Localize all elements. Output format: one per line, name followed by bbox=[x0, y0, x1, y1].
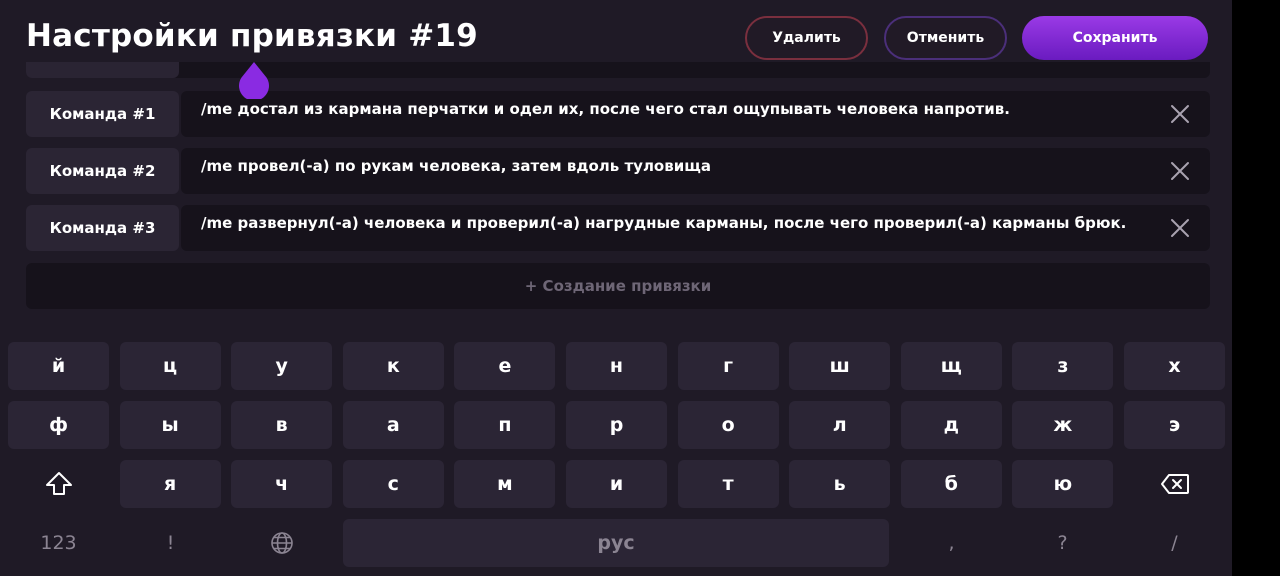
key-г[interactable]: г bbox=[677, 342, 779, 390]
command-text: /me развернул(-а) человека и проверил(-а… bbox=[201, 214, 1127, 232]
slash-key[interactable]: / bbox=[1124, 519, 1225, 567]
key-ы[interactable]: ы bbox=[119, 401, 221, 449]
command-row-1: Команда #1 /me достал из кармана перчатк… bbox=[26, 91, 1210, 137]
delete-button[interactable]: Удалить bbox=[745, 16, 868, 60]
command-text-field[interactable]: /me провел(-а) по рукам человека, затем … bbox=[181, 148, 1210, 194]
key-к[interactable]: к bbox=[342, 342, 444, 390]
key-ф[interactable]: ф bbox=[8, 401, 109, 449]
command-row-partial bbox=[26, 62, 1210, 78]
key-ю[interactable]: ю bbox=[1012, 460, 1114, 508]
on-screen-keyboard: йцукенгшщзх фывапролджэ ячсмитьбю 123 ! … bbox=[0, 330, 1232, 576]
right-edge-bar bbox=[1232, 0, 1280, 576]
comma-key[interactable]: , bbox=[901, 519, 1002, 567]
key-о[interactable]: о bbox=[677, 401, 779, 449]
command-text: /me провел(-а) по рукам человека, затем … bbox=[201, 157, 711, 175]
backspace-key[interactable] bbox=[1124, 460, 1225, 508]
key-д[interactable]: д bbox=[900, 401, 1002, 449]
numbers-key[interactable]: 123 bbox=[8, 519, 109, 567]
key-э[interactable]: э bbox=[1124, 401, 1225, 449]
key-б[interactable]: б bbox=[900, 460, 1002, 508]
key-а[interactable]: а bbox=[342, 401, 444, 449]
key-ц[interactable]: ц bbox=[119, 342, 221, 390]
key-н[interactable]: н bbox=[566, 342, 667, 390]
key-п[interactable]: п bbox=[454, 401, 556, 449]
key-р[interactable]: р bbox=[566, 401, 667, 449]
key-ш[interactable]: ш bbox=[789, 342, 891, 390]
close-icon[interactable] bbox=[1170, 218, 1190, 238]
text-cursor-drop-icon[interactable] bbox=[238, 61, 270, 99]
globe-icon bbox=[270, 532, 293, 554]
key-ж[interactable]: ж bbox=[1012, 401, 1114, 449]
backspace-icon bbox=[1160, 474, 1189, 494]
key-в[interactable]: в bbox=[231, 401, 333, 449]
command-row-3: Команда #3 /me развернул(-а) человека и … bbox=[26, 205, 1210, 251]
command-label-button[interactable]: Команда #1 bbox=[26, 91, 179, 137]
key-т[interactable]: т bbox=[677, 460, 779, 508]
space-key[interactable]: рус bbox=[343, 519, 889, 567]
command-text: /me достал из кармана перчатки и одел их… bbox=[201, 100, 1010, 118]
command-text-field[interactable]: /me достал из кармана перчатки и одел их… bbox=[181, 91, 1210, 137]
key-х[interactable]: х bbox=[1124, 342, 1225, 390]
app-screen: Настройки привязки #19 Удалить Отменить … bbox=[0, 0, 1232, 576]
close-icon[interactable] bbox=[1170, 104, 1190, 124]
key-з[interactable]: з bbox=[1012, 342, 1114, 390]
key-й[interactable]: й bbox=[8, 342, 109, 390]
key-у[interactable]: у bbox=[231, 342, 333, 390]
command-text-field[interactable]: /me развернул(-а) человека и проверил(-а… bbox=[181, 205, 1210, 251]
cancel-button[interactable]: Отменить bbox=[884, 16, 1007, 60]
page-title: Настройки привязки #19 bbox=[26, 18, 478, 54]
create-binding-button[interactable]: + Создание привязки bbox=[26, 263, 1210, 309]
key-с[interactable]: с bbox=[342, 460, 444, 508]
shift-icon bbox=[45, 472, 72, 495]
command-label-button[interactable]: Команда #2 bbox=[26, 148, 179, 194]
command-label-button[interactable]: Команда #3 bbox=[26, 205, 179, 251]
save-button[interactable]: Сохранить bbox=[1022, 16, 1208, 60]
exclamation-key[interactable]: ! bbox=[120, 519, 221, 567]
close-icon[interactable] bbox=[1170, 161, 1190, 181]
key-л[interactable]: л bbox=[789, 401, 891, 449]
shift-key[interactable] bbox=[8, 460, 109, 508]
command-row-2: Команда #2 /me провел(-а) по рукам челов… bbox=[26, 148, 1210, 194]
key-ь[interactable]: ь bbox=[789, 460, 891, 508]
key-я[interactable]: я bbox=[119, 460, 221, 508]
command-label-partial bbox=[26, 62, 179, 78]
key-щ[interactable]: щ bbox=[900, 342, 1002, 390]
key-ч[interactable]: ч bbox=[231, 460, 333, 508]
key-м[interactable]: м bbox=[454, 460, 556, 508]
key-е[interactable]: е bbox=[454, 342, 556, 390]
question-key[interactable]: ? bbox=[1012, 519, 1113, 567]
key-и[interactable]: и bbox=[566, 460, 667, 508]
language-key[interactable] bbox=[231, 519, 332, 567]
